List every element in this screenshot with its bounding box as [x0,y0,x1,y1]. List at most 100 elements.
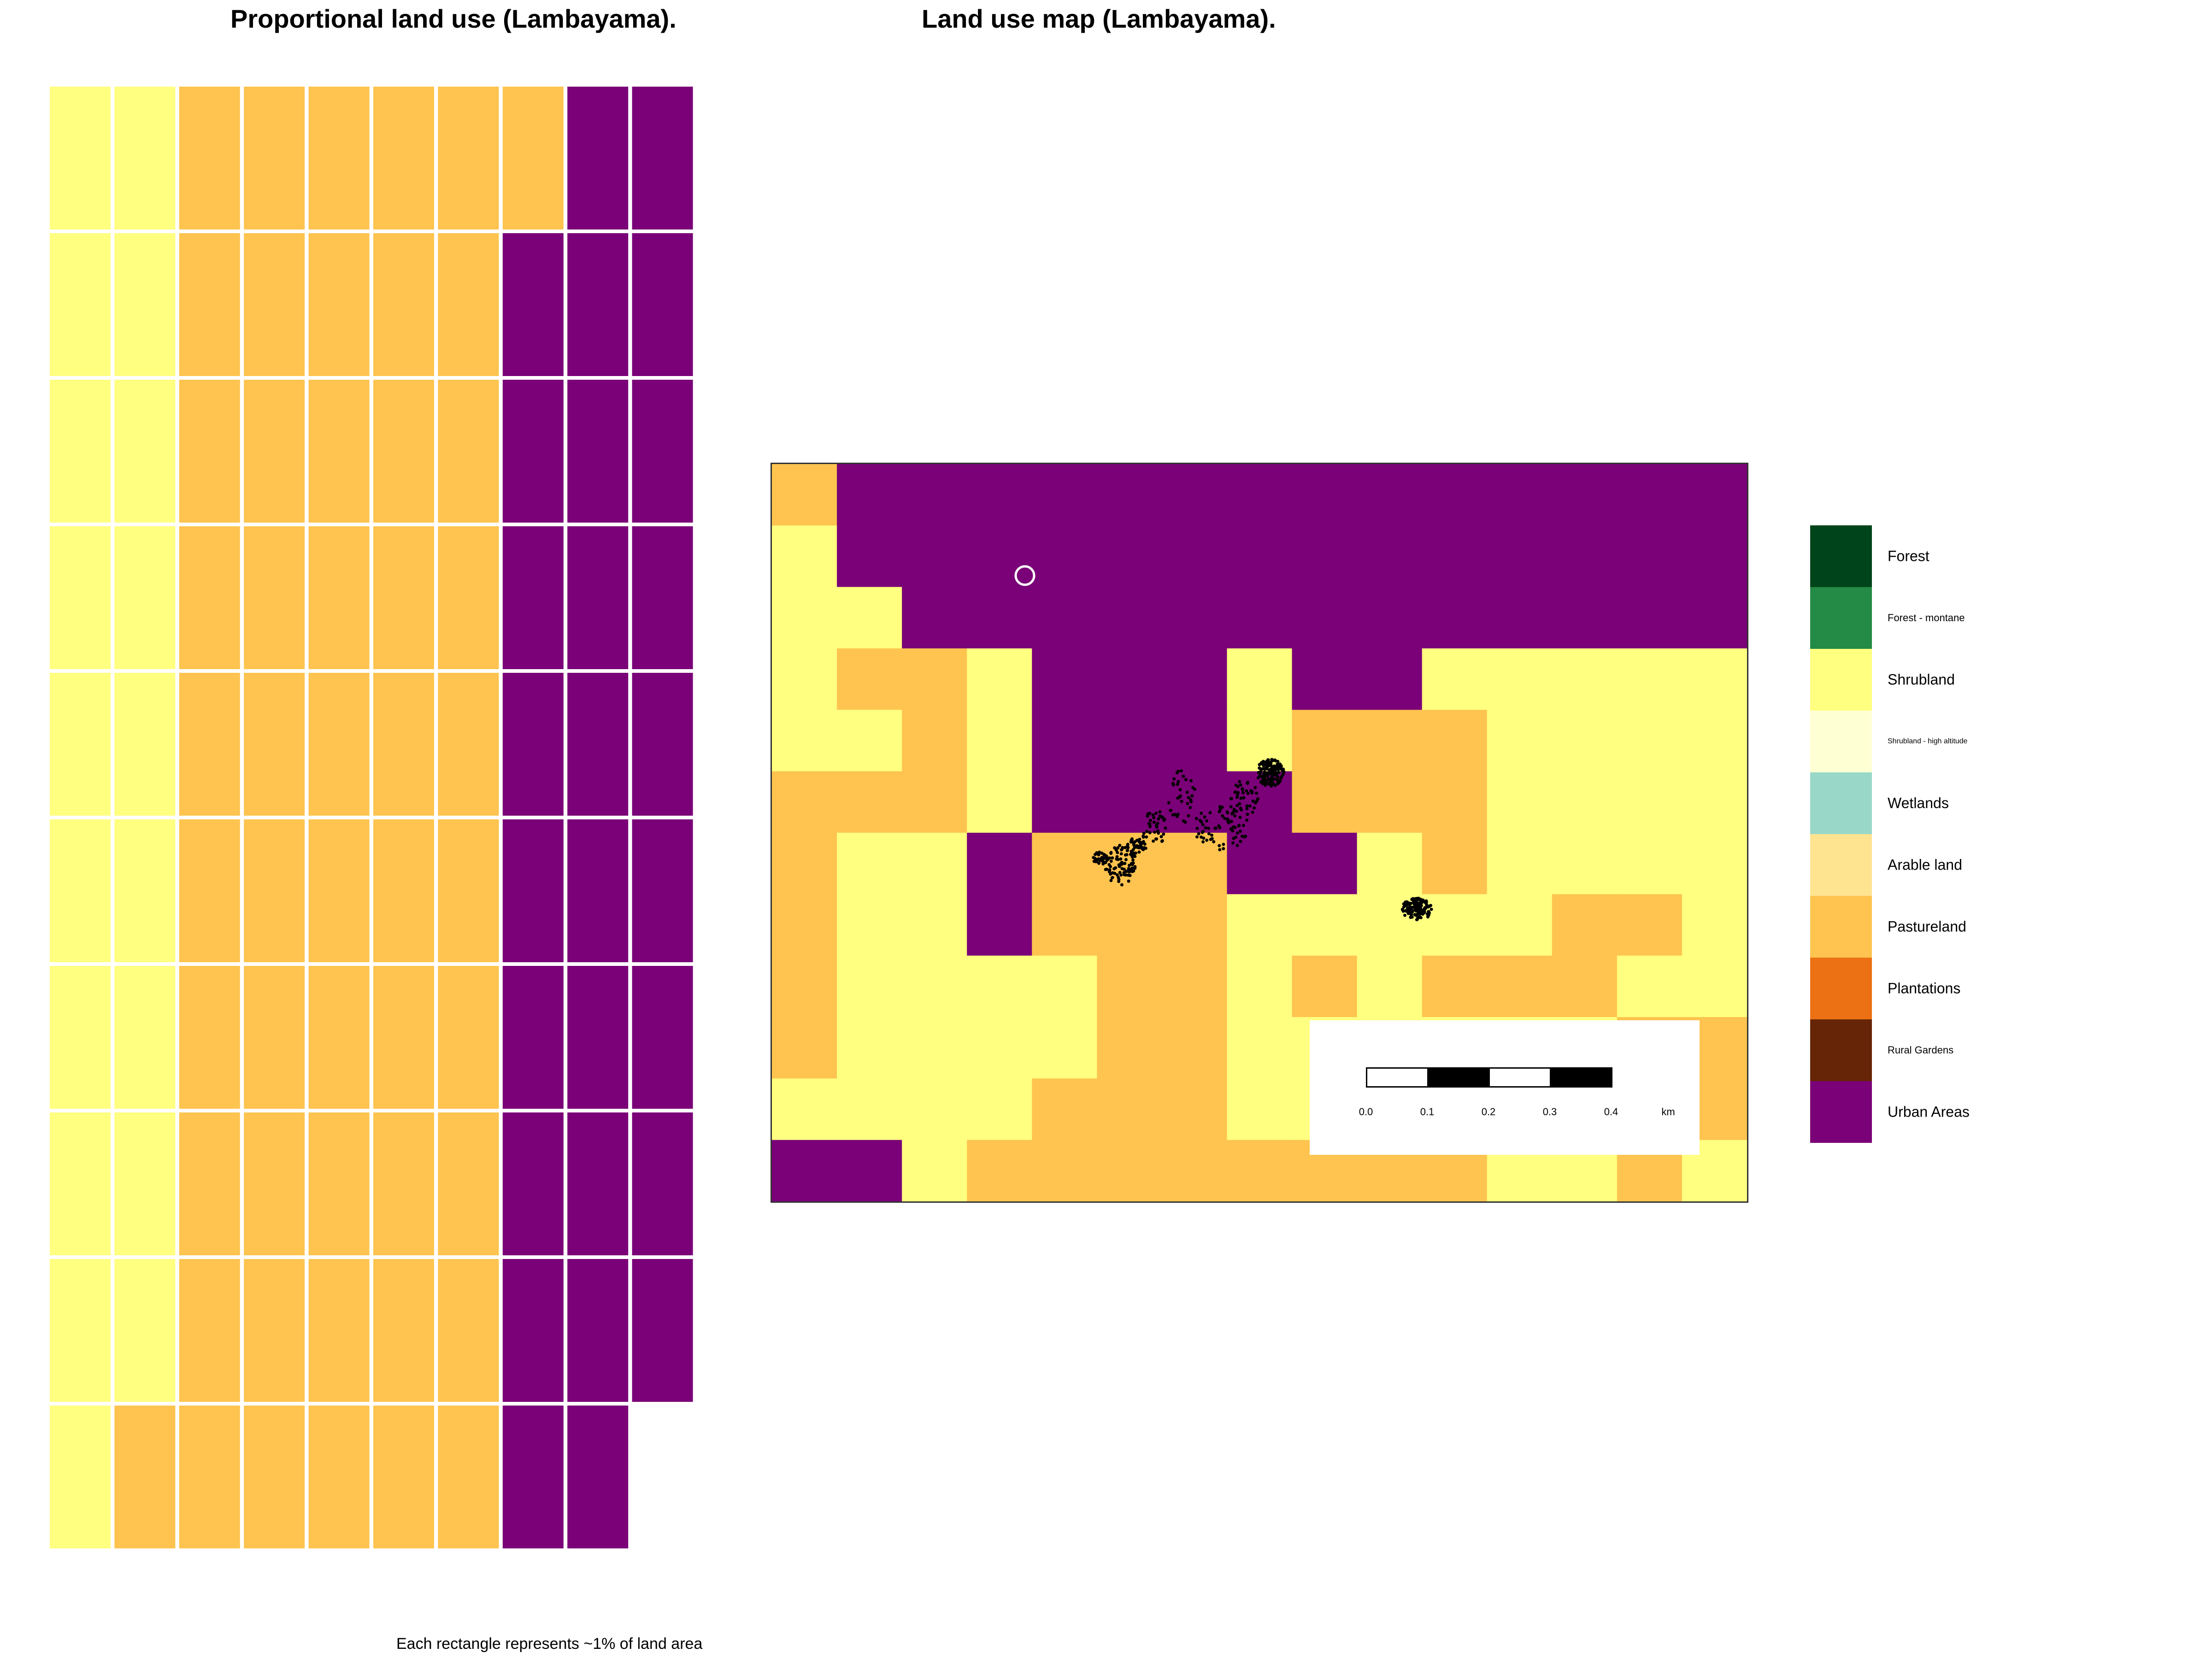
waffle-cell [50,1112,111,1255]
map-cell [1682,648,1747,711]
waffle-cell [438,819,499,962]
map-cell [1162,464,1228,526]
scale-bar-segment [1550,1067,1612,1088]
map-cell [1552,648,1618,711]
waffle-cell [373,380,434,523]
building-point [1267,772,1270,776]
building-point [1404,904,1408,907]
waffle-cell [50,819,111,962]
building-point [1242,796,1246,800]
waffle-cell [50,233,111,376]
map-cell [1422,894,1488,956]
building-point [1221,814,1224,818]
map-cell [837,955,902,1018]
map-cell [1162,894,1228,956]
map-cell [1292,833,1358,895]
waffle-cell [567,380,629,523]
waffle-cell [632,966,693,1109]
waffle-cell [50,966,111,1109]
map-cell [1422,710,1488,772]
building-point [1424,906,1428,910]
map-title: Land use map (Lambayama). [922,4,1276,33]
building-point [1180,800,1183,803]
building-point [1256,797,1259,800]
building-point [1239,840,1242,843]
building-point [1115,848,1118,852]
map-cell [902,525,967,588]
map-cell [967,833,1033,895]
scale-bar-segment [1427,1067,1490,1088]
map-cell [772,771,837,833]
map-cell [772,955,837,1018]
legend-swatch [1810,772,1872,834]
map-cell [967,587,1033,649]
map-cell [1422,525,1488,588]
scale-bar-tick-label: 0.2 [1481,1106,1496,1118]
building-point [1234,835,1238,839]
map-cell [772,1140,837,1201]
map-cell [1227,525,1293,588]
waffle-cell [438,380,499,523]
building-point [1230,820,1233,823]
waffle-cell [502,87,564,229]
waffle-cell [114,1112,176,1255]
waffle-cell [114,233,176,376]
map-cell [1227,464,1293,526]
building-point [1110,876,1114,880]
building-point [1176,796,1180,800]
map-cell [967,710,1033,772]
building-point [1156,822,1159,825]
map-cell [837,525,902,588]
map-cell [772,1078,837,1141]
map-cell [1097,894,1163,956]
map-cell [1422,771,1488,833]
building-point [1406,910,1409,913]
building-point [1278,764,1282,767]
waffle-cell [438,526,499,669]
building-point [1217,824,1221,828]
map-cell [1097,464,1163,526]
map-cell [837,1078,902,1141]
waffle-cell [567,1112,629,1255]
waffle-cell [244,1259,305,1402]
building-point [1156,829,1159,833]
waffle-cell [114,673,176,816]
map-cell [1682,464,1747,526]
building-point [1120,848,1124,852]
building-point [1205,819,1208,823]
waffle-cell [308,966,370,1109]
building-point [1424,900,1427,904]
map-cell [1227,833,1293,895]
building-point [1240,835,1244,838]
building-point [1407,903,1411,906]
building-point [1188,806,1192,809]
legend-swatch [1810,958,1872,1019]
map-cell [1357,464,1423,526]
map-cell [1292,587,1358,649]
waffle-cell [373,1259,434,1402]
building-point [1400,908,1404,912]
building-point [1116,858,1120,861]
building-point [1429,904,1432,907]
waffle-cell [438,1406,499,1548]
building-point [1172,777,1176,781]
building-point [1202,836,1206,840]
building-point [1246,792,1250,795]
map-cell [1162,1140,1228,1201]
building-point [1098,850,1101,854]
building-point [1430,907,1433,911]
building-point [1222,842,1225,846]
map-cell [902,464,967,526]
waffle-cell [244,819,305,962]
waffle-cell [373,233,434,376]
building-point [1240,808,1243,812]
building-point [1133,844,1136,847]
waffle-cell [567,673,629,816]
map-cell [902,587,967,649]
map-cell [772,587,837,649]
building-point [1273,758,1277,762]
building-point [1190,794,1194,798]
map-cell [1422,587,1488,649]
building-point [1129,853,1132,856]
building-point [1258,766,1261,770]
